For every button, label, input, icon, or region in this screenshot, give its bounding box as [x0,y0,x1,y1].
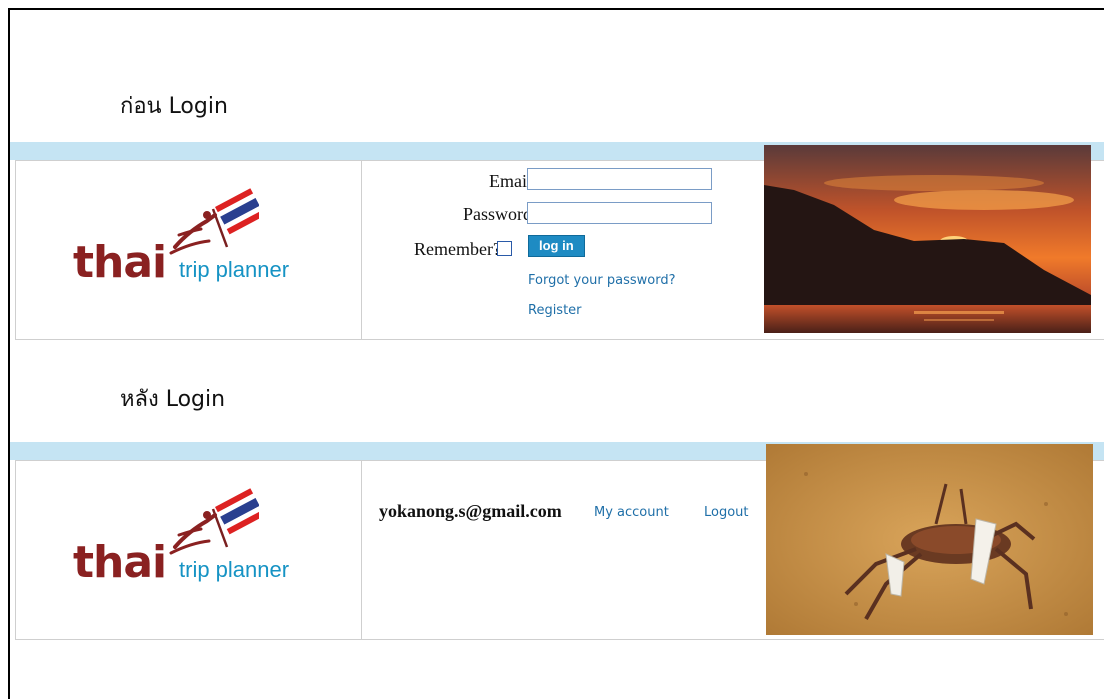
sunset-mountain-photo [764,145,1091,333]
password-field[interactable] [527,202,712,224]
logo-cell: thai trip planner [16,161,362,339]
logo-word: thai [73,537,167,588]
remember-label: Remember? [414,239,501,259]
flag-runner-icon [169,188,259,255]
logo-tagline: trip planner [179,257,290,282]
login-form: Email Password Remember? log in Forgot y… [362,161,762,339]
site-logo[interactable]: thai trip planner [73,485,313,585]
after-login-caption: หลัง Login [120,387,226,412]
forgot-password-link[interactable]: Forgot your password? [528,273,676,288]
logo-word: thai [73,237,167,288]
register-link[interactable]: Register [528,303,582,318]
email-field[interactable] [527,168,712,190]
email-label: Email [489,171,532,191]
before-login-caption: ก่อน Login [120,94,228,119]
logo-cell: thai trip planner [16,461,362,639]
site-logo[interactable]: thai trip planner [73,185,313,285]
crab-on-sand-photo [766,444,1093,635]
logo-tagline: trip planner [179,557,290,582]
flag-runner-icon [169,488,259,555]
remember-checkbox[interactable] [497,241,512,256]
login-button[interactable]: log in [528,235,585,257]
logout-link[interactable]: Logout [704,505,749,520]
my-account-link[interactable]: My account [594,505,669,520]
password-label: Password [462,204,532,224]
user-email: yokanong.s@gmail.com [379,501,562,521]
